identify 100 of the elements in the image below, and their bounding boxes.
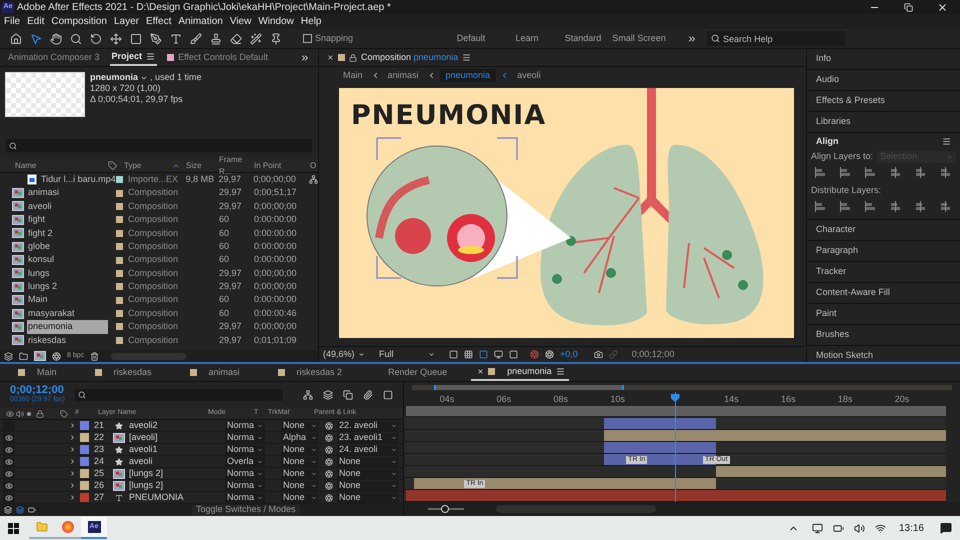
project-item[interactable]: konsul	[27, 253, 56, 267]
volume-icon[interactable]	[854, 522, 865, 534]
pick-whip-icon[interactable]	[325, 470, 333, 478]
project-item[interactable]: globe	[27, 240, 52, 254]
pick-whip-icon[interactable]	[325, 494, 333, 502]
panel-tab[interactable]: Paragraph	[807, 240, 960, 262]
blend-mode-dropdown[interactable]: Norma	[225, 468, 265, 478]
project-item[interactable]: lungs	[27, 266, 51, 280]
panel-tab[interactable]: Paint	[807, 304, 960, 324]
align-icon[interactable]	[865, 167, 877, 178]
timeline-tab[interactable]: Main	[0, 364, 77, 380]
label-color-swatch[interactable]	[80, 469, 89, 478]
timeline-tab[interactable]: riskesdas	[76, 364, 172, 380]
track-matte-dropdown[interactable]: None	[281, 444, 319, 454]
snapping-checkbox[interactable]	[303, 34, 312, 43]
pick-whip-icon[interactable]	[325, 422, 333, 430]
parent-dropdown[interactable]: None	[337, 468, 399, 478]
label-color-swatch[interactable]	[116, 256, 123, 264]
layer-name[interactable]: aveoli	[126, 454, 225, 468]
align-icon[interactable]	[890, 167, 902, 178]
snapshot-icon[interactable]	[594, 350, 603, 359]
project-item[interactable]: riskesdas	[27, 334, 68, 348]
rect-tool[interactable]	[128, 31, 143, 46]
track-matte-dropdown[interactable]: None	[281, 480, 319, 490]
distribute-icon[interactable]	[890, 200, 902, 212]
panel-tab[interactable]: Content-Aware Fill	[807, 282, 960, 304]
project-item[interactable]: masyarakat	[27, 306, 76, 320]
roto-tool[interactable]	[248, 31, 263, 46]
project-item[interactable]: Tidur l...i baru.mp4	[40, 173, 117, 186]
track-matte-dropdown[interactable]: None	[281, 468, 319, 478]
layer-switches-icon[interactable]	[4, 506, 12, 514]
distribute-icon[interactable]	[815, 200, 827, 212]
track-matte-dropdown[interactable]: Alpha	[281, 432, 319, 442]
workspace-tab[interactable]: Default	[443, 32, 500, 46]
parent-dropdown[interactable]: None	[337, 480, 399, 490]
distribute-icon[interactable]	[840, 200, 852, 212]
pick-whip-icon[interactable]	[325, 482, 333, 490]
parent-dropdown[interactable]: 24. aveoli	[337, 444, 399, 454]
column-header[interactable]: Type	[122, 160, 172, 172]
visibility-switch[interactable]	[3, 444, 15, 454]
label-color-swatch[interactable]	[116, 216, 123, 224]
shy-layers-icon[interactable]	[322, 390, 333, 400]
column-header[interactable]: Name	[0, 160, 108, 172]
timeline-tab[interactable]: riskesdas 2	[260, 364, 362, 380]
visibility-switch[interactable]	[3, 468, 15, 478]
composition-flowchart-icon[interactable]	[302, 390, 313, 400]
align-icon[interactable]	[815, 167, 827, 178]
parent-dropdown[interactable]: 22. aveoli	[337, 420, 399, 430]
blend-mode-dropdown[interactable]: Norma	[225, 420, 265, 430]
panel-tab[interactable]: Tracker	[807, 262, 960, 282]
eraser-tool[interactable]	[228, 31, 243, 46]
pen-tool[interactable]	[148, 31, 163, 46]
track-matte-dropdown[interactable]: None	[281, 492, 319, 502]
breadcrumb-item[interactable]: aveoli	[513, 68, 545, 82]
label-color-swatch[interactable]	[116, 202, 123, 210]
timeline-timecode[interactable]: 0;00;12;00	[10, 385, 65, 395]
layer-name[interactable]: aveoli2	[126, 418, 225, 432]
label-color-swatch[interactable]	[80, 457, 89, 466]
menu-item[interactable]: Help	[298, 14, 324, 29]
panel-tab[interactable]: Brushes	[807, 324, 960, 346]
menu-item[interactable]: Composition	[48, 14, 110, 29]
timeline-tab[interactable]: pneumonia	[471, 364, 569, 380]
panel-menu-icon[interactable]	[462, 53, 472, 62]
region-icon[interactable]	[449, 350, 458, 359]
label-color-swatch[interactable]	[80, 445, 89, 454]
zoom-slider[interactable]	[428, 505, 464, 513]
layer-name[interactable]: PNEUMONIA	[126, 490, 225, 504]
panel-tab[interactable]: Info	[807, 49, 960, 70]
current-time-field[interactable]: 0;00;12;00	[632, 348, 674, 362]
menu-item[interactable]: View	[226, 14, 254, 29]
close-icon[interactable]	[937, 2, 948, 12]
lock-icon[interactable]	[349, 54, 357, 62]
folder-icon[interactable]	[19, 352, 28, 360]
menu-item[interactable]: Window	[255, 14, 297, 29]
exposure-icon[interactable]	[545, 350, 554, 359]
composition-tab[interactable]: Composition pneumonia	[361, 50, 458, 64]
parent-dropdown[interactable]: None	[337, 492, 399, 502]
visibility-switch[interactable]	[3, 492, 15, 502]
color-icon[interactable]	[530, 350, 539, 359]
screen-tray-icon[interactable]	[812, 522, 823, 534]
distribute-icon[interactable]	[865, 200, 877, 212]
notifications-icon[interactable]	[940, 522, 952, 534]
menu-item[interactable]: File	[1, 14, 24, 29]
menu-item[interactable]: Edit	[24, 14, 48, 29]
panel-tab[interactable]: Animation Composer 3	[8, 49, 100, 66]
layer-name[interactable]: [lungs 2]	[126, 478, 225, 492]
anchor-tool[interactable]	[108, 31, 123, 46]
column-header[interactable]: O	[310, 160, 316, 172]
layer-search-field[interactable]	[74, 389, 283, 401]
workspace-tab[interactable]: Small Screen	[611, 32, 668, 46]
zoom-tool[interactable]	[68, 31, 83, 46]
column-header[interactable]: In Point	[254, 160, 310, 172]
grid-icon[interactable]	[464, 350, 473, 359]
layer-name[interactable]: [lungs 2]	[126, 466, 225, 480]
align-icon[interactable]	[840, 167, 852, 178]
distribute-icon[interactable]	[940, 200, 952, 212]
label-color-swatch[interactable]	[116, 230, 123, 237]
panel-tab[interactable]: Character	[807, 220, 960, 240]
motion-blur-icon[interactable]	[362, 390, 373, 400]
pick-whip-icon[interactable]	[325, 446, 333, 454]
